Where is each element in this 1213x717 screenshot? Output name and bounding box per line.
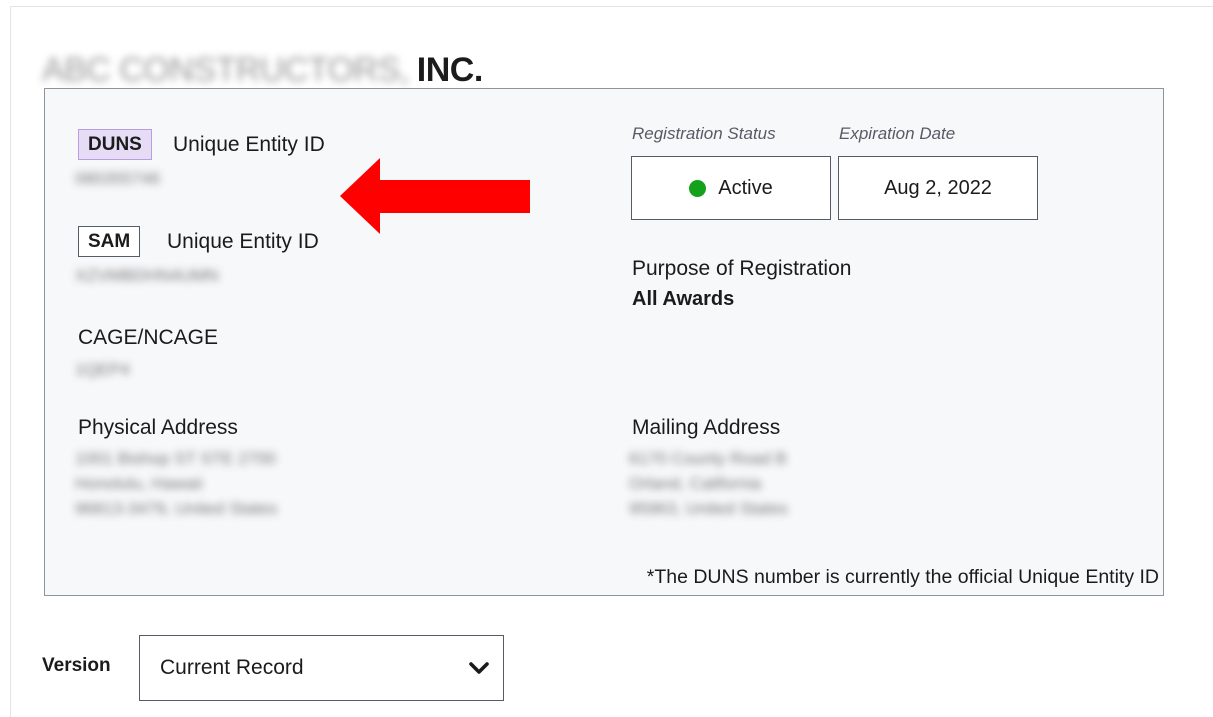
mailing-address-line-3: 95963, United States — [629, 499, 788, 518]
sam-tag: SAM — [78, 226, 141, 257]
duns-tag: DUNS — [78, 129, 152, 160]
sam-uei-label: Unique Entity ID — [167, 230, 319, 253]
physical-address-line-2: Honolulu, Hawaii — [75, 474, 203, 493]
status-indicator-icon — [689, 179, 707, 197]
entity-name-redacted: ABC CONSTRUCTORS, — [42, 51, 409, 89]
sam-uei-value: XZVMBDHN4UMN — [75, 266, 219, 285]
red-arrow-annotation-icon — [340, 158, 530, 234]
expiration-date-heading: Expiration Date — [839, 124, 956, 143]
registration-status-value: Active — [718, 176, 773, 199]
entity-name-heading: ABC CONSTRUCTORS, INC. — [42, 42, 483, 90]
duns-footnote: *The DUNS number is currently the offici… — [646, 566, 1159, 588]
duns-uei-value: 080355746 — [75, 169, 161, 188]
entity-summary-panel: DUNS Unique Entity ID 080355746 SAM Uniq… — [44, 88, 1164, 596]
version-select-value: Current Record — [160, 656, 304, 679]
version-label: Version — [42, 655, 111, 676]
registration-status-heading: Registration Status — [632, 124, 776, 143]
mailing-address-label: Mailing Address — [632, 416, 781, 439]
entity-name-suffix: INC. — [416, 51, 484, 89]
physical-address-label: Physical Address — [78, 416, 238, 439]
mailing-address-value: 6170 County Road B Orland, California 95… — [629, 446, 788, 521]
purpose-label: Purpose of Registration — [632, 257, 852, 280]
expiration-date-value: Aug 2, 2022 — [884, 176, 992, 199]
physical-address-line-3: 96813-3479, United States — [75, 499, 278, 518]
chevron-down-icon — [469, 662, 489, 674]
cage-value: 1QEP4 — [75, 360, 130, 379]
duns-uei-label: Unique Entity ID — [173, 133, 325, 156]
registration-status-box: Active — [631, 156, 831, 220]
expiration-date-box: Aug 2, 2022 — [838, 156, 1038, 220]
entity-registration-page: ABC CONSTRUCTORS, INC. DUNS Unique Entit… — [0, 0, 1213, 717]
cage-label: CAGE/NCAGE — [78, 326, 219, 349]
mailing-address-line-2: Orland, California — [629, 474, 762, 493]
mailing-address-line-1: 6170 County Road B — [629, 449, 787, 468]
purpose-value: All Awards — [632, 288, 735, 310]
physical-address-line-1: 1001 Bishop ST STE 2700 — [75, 449, 276, 468]
version-select[interactable]: Current Record — [139, 635, 504, 701]
physical-address-value: 1001 Bishop ST STE 2700 Honolulu, Hawaii… — [75, 446, 277, 521]
